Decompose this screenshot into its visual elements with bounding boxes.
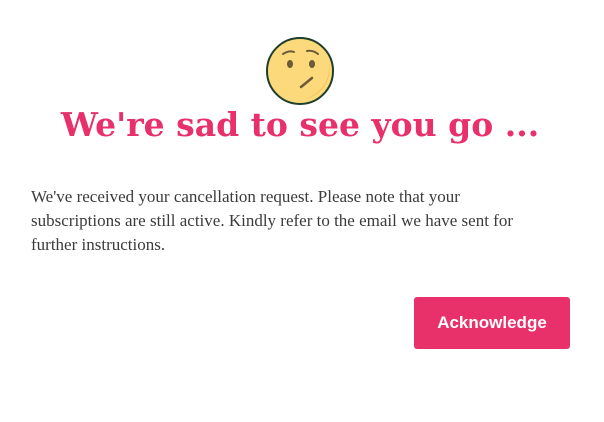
dialog-message: We've received your cancellation request… (31, 187, 513, 254)
acknowledge-button[interactable]: Acknowledge (414, 297, 570, 349)
cancellation-dialog: We're sad to see you go ... We've receiv… (0, 0, 604, 422)
dialog-title: We're sad to see you go ... (60, 105, 540, 144)
confused-face-icon (264, 35, 336, 107)
